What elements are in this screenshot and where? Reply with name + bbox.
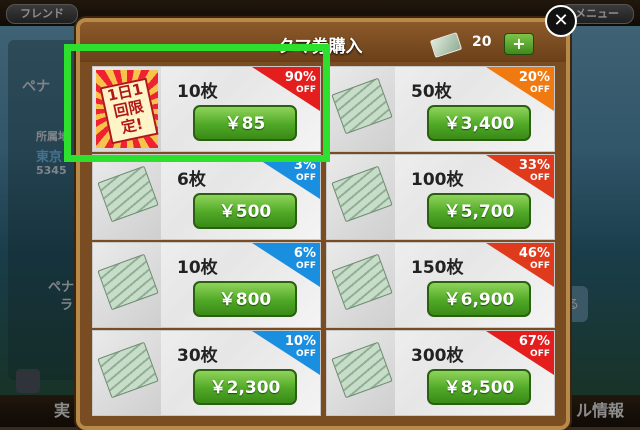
product-item: 10枚 ￥800 6% OFF — [92, 242, 321, 328]
close-button[interactable]: ✕ — [545, 5, 577, 37]
money-bills-icon — [97, 253, 159, 311]
money-bills-icon — [331, 253, 393, 311]
ticket-count: 20 — [472, 34, 492, 50]
discount-percent: 46 — [518, 246, 537, 261]
money-bills-icon — [97, 165, 159, 223]
product-item: 50枚 ￥3,400 20% OFF — [326, 66, 555, 152]
ticket-bundle-image — [93, 243, 161, 327]
discount-percent: 6 — [293, 246, 303, 261]
money-bills-icon — [331, 341, 393, 399]
ticket-bundle-image — [93, 331, 161, 415]
ticket-quantity: 300枚 — [411, 346, 464, 366]
discount-percent: 33 — [518, 158, 537, 173]
ticket-quantity: 150枚 — [411, 258, 464, 278]
ticket-quantity: 100枚 — [411, 170, 464, 190]
discount-label: 10% OFF — [285, 334, 316, 360]
discount-percent: 10 — [284, 334, 303, 349]
product-item: 150枚 ￥6,900 46% OFF — [326, 242, 555, 328]
add-tickets-button[interactable]: + — [504, 33, 534, 55]
product-item: 30枚 ￥2,300 10% OFF — [92, 330, 321, 416]
percent-sign: % — [536, 334, 550, 349]
discount-percent: 67 — [518, 334, 537, 349]
off-label: OFF — [296, 173, 316, 183]
discount-label: 20% OFF — [519, 70, 550, 96]
highlight-box — [64, 44, 330, 162]
ticket-bundle-image — [327, 331, 395, 415]
money-bills-icon — [331, 77, 393, 135]
percent-sign: % — [536, 246, 550, 261]
percent-sign: % — [302, 246, 316, 261]
percent-sign: % — [536, 70, 550, 85]
discount-percent: 20 — [518, 70, 537, 85]
ticket-bundle-image — [93, 155, 161, 239]
ticket-quantity: 30枚 — [177, 346, 218, 366]
off-label: OFF — [530, 261, 550, 271]
ticket-quantity: 10枚 — [177, 258, 218, 278]
off-label: OFF — [530, 349, 550, 359]
ticket-quantity: 50枚 — [411, 82, 452, 102]
off-label: OFF — [530, 173, 550, 183]
product-item: 300枚 ￥8,500 67% OFF — [326, 330, 555, 416]
discount-label: 67% OFF — [519, 334, 550, 360]
ticket-bundle-image — [327, 155, 395, 239]
percent-sign: % — [536, 158, 550, 173]
percent-sign: % — [302, 334, 316, 349]
off-label: OFF — [530, 85, 550, 95]
ticket-bundle-image — [327, 67, 395, 151]
off-label: OFF — [296, 261, 316, 271]
product-item: 100枚 ￥5,700 33% OFF — [326, 154, 555, 240]
ticket-bundle-image — [327, 243, 395, 327]
discount-label: 46% OFF — [519, 246, 550, 272]
money-bills-icon — [331, 165, 393, 223]
discount-label: 6% OFF — [294, 246, 316, 272]
money-bills-icon — [97, 341, 159, 399]
discount-label: 33% OFF — [519, 158, 550, 184]
product-item: 6枚 ￥500 3% OFF — [92, 154, 321, 240]
ticket-quantity: 6枚 — [177, 170, 206, 190]
off-label: OFF — [296, 349, 316, 359]
